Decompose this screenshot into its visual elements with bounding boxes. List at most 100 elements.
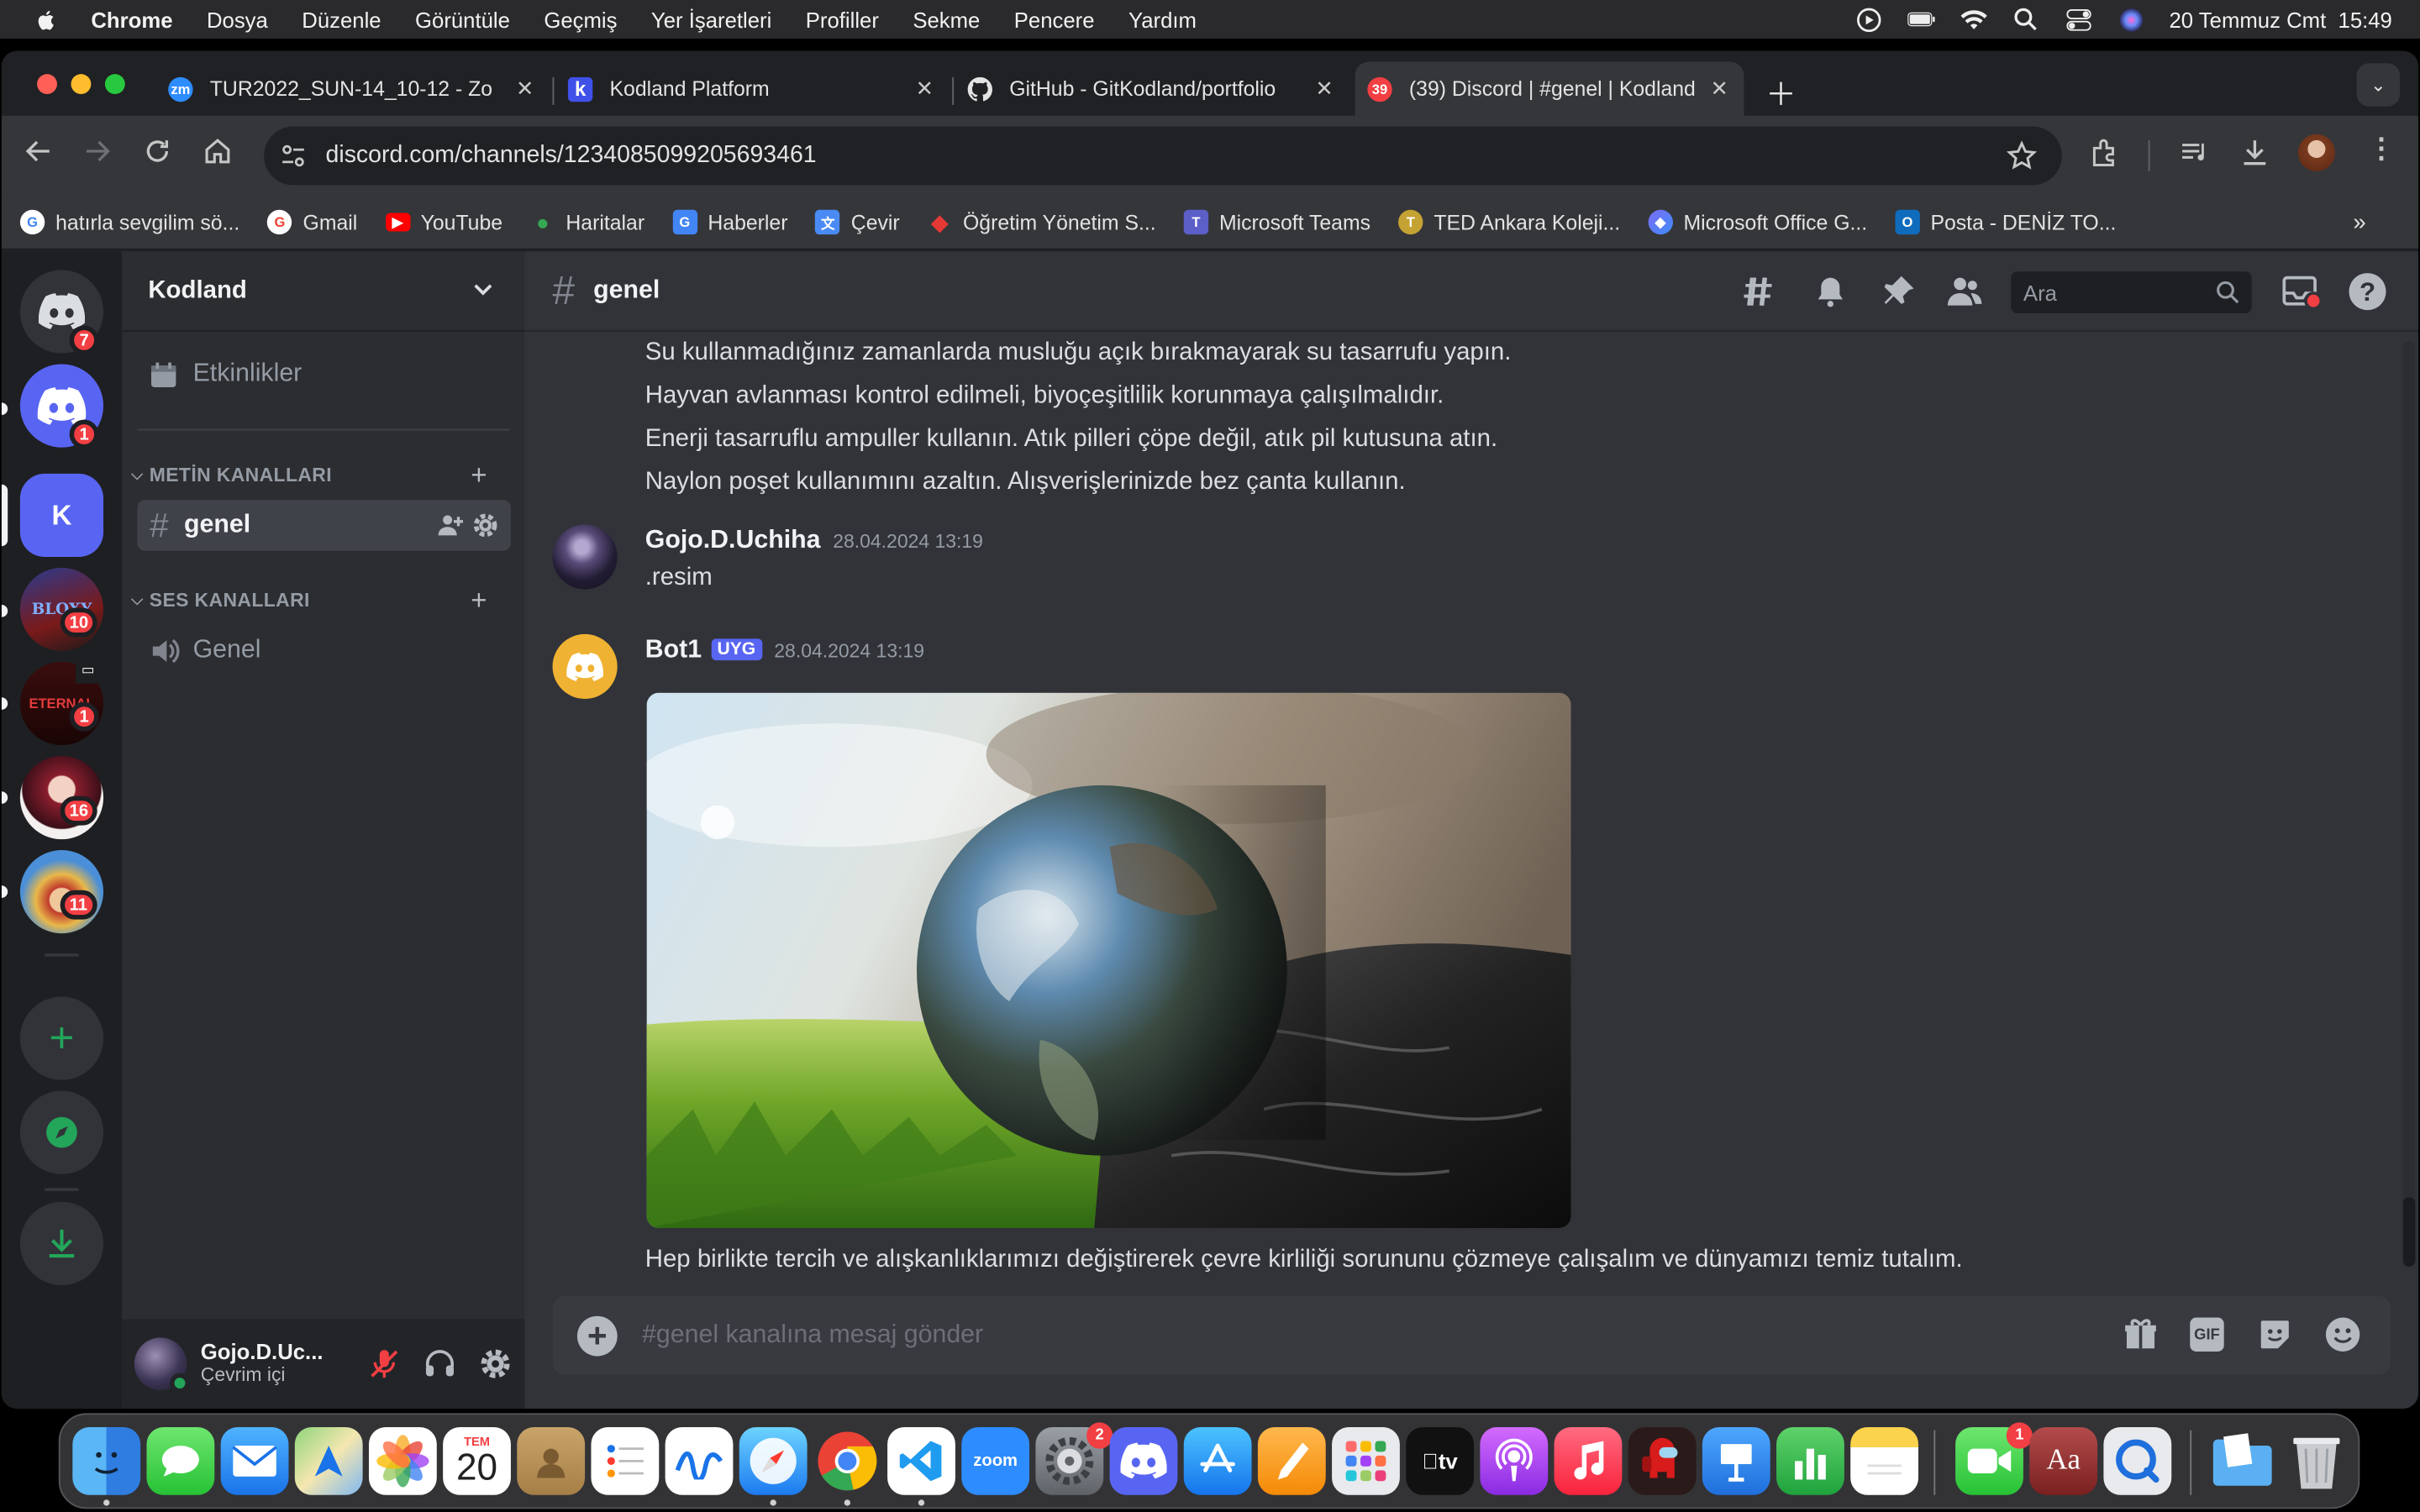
screen-recording-icon[interactable] [1854, 7, 1882, 32]
wifi-icon[interactable] [1960, 8, 1987, 30]
bookmark-item[interactable]: 文 Çevir [815, 209, 900, 235]
close-tab-icon[interactable]: ✕ [916, 76, 934, 102]
menu-dosya[interactable]: Dosya [207, 7, 268, 31]
dock-launchpad[interactable] [1332, 1426, 1400, 1495]
message-author[interactable]: Bot1 [645, 636, 702, 665]
menu-profiller[interactable]: Profiller [806, 7, 879, 31]
address-bar[interactable]: discord.com/channels/1234085099205693461 [264, 126, 2062, 186]
bookmark-item[interactable]: ◆ Öğretim Yönetim S... [928, 209, 1156, 234]
menu-gecmis[interactable]: Geçmiş [544, 7, 617, 31]
invite-icon[interactable] [437, 512, 464, 538]
server-pirate[interactable] [19, 850, 104, 934]
earth-pollution-image[interactable] [646, 692, 1571, 1229]
dock-photos[interactable] [368, 1426, 437, 1495]
home-button[interactable] [203, 137, 231, 172]
dock-contacts[interactable] [517, 1426, 586, 1495]
extensions-icon[interactable] [2090, 137, 2121, 176]
menu-pencere[interactable]: Pencere [1014, 7, 1095, 31]
inbox-icon[interactable] [2281, 273, 2322, 311]
gif-icon[interactable]: GIF [2190, 1317, 2224, 1352]
menu-yardim[interactable]: Yardım [1128, 7, 1197, 31]
dock-facetime[interactable]: 1 [1955, 1422, 2033, 1495]
message-author[interactable]: Gojo.D.Uchiha [645, 526, 821, 555]
chrome-menu-icon[interactable]: ⋮ [2367, 133, 2395, 165]
profile-avatar[interactable] [2297, 134, 2335, 171]
menu-duzenle[interactable]: Düzenle [302, 7, 381, 31]
server-bloxy[interactable]: BLOXY [19, 567, 104, 652]
dock-zoom[interactable]: zoom [961, 1426, 1030, 1495]
dock-safari[interactable] [739, 1426, 808, 1495]
media-control-icon[interactable] [2179, 137, 2210, 176]
composer-placeholder[interactable]: #genel kanalına mesaj gönder [642, 1320, 983, 1350]
headphones-icon[interactable] [423, 1347, 456, 1380]
message-composer[interactable]: + #genel kanalına mesaj gönder GIF [552, 1295, 2391, 1375]
close-window-button[interactable] [37, 74, 57, 95]
apple-icon[interactable] [34, 7, 58, 31]
server-header[interactable]: Kodland [122, 251, 525, 332]
dock-downloads-folder[interactable] [2208, 1427, 2276, 1495]
dock-freeform[interactable] [665, 1426, 734, 1495]
bookmark-item[interactable]: ◆ Microsoft Office G... [1648, 209, 1867, 235]
dock-music[interactable] [1554, 1426, 1623, 1495]
user-message-avatar[interactable] [552, 524, 618, 590]
user-names[interactable]: Gojo.D.Uc... Çevrim içi [201, 1340, 324, 1387]
scrollbar-thumb[interactable] [2402, 1197, 2416, 1267]
bookmark-item[interactable]: G Gmail [267, 209, 357, 235]
dock-dictionary[interactable]: Aa [2029, 1426, 2098, 1495]
create-channel-icon[interactable]: + [471, 459, 487, 491]
emoji-icon[interactable] [2324, 1316, 2361, 1353]
menu-clock[interactable]: 20 Temmuz Cmt 15:49 [2170, 7, 2392, 31]
threads-icon[interactable] [1743, 273, 1780, 310]
dock-messages[interactable] [146, 1426, 215, 1495]
tab-zoom[interactable]: zm TUR2022_SUN-14_10-12 - Zo ✕ [156, 61, 550, 115]
download-apps-button[interactable] [19, 1201, 104, 1285]
menu-yer-isaretleri[interactable]: Yer İşaretleri [651, 7, 771, 31]
text-channels-category[interactable]: ⌵ METİN KANALLARI + [131, 459, 517, 490]
dock-chrome[interactable] [813, 1427, 881, 1495]
dock-podcasts[interactable] [1480, 1426, 1549, 1495]
gear-icon[interactable] [472, 512, 498, 538]
voice-channels-category[interactable]: ⌵ SES KANALLARI + [131, 584, 517, 615]
dock-system-settings[interactable]: 2 [1035, 1422, 1113, 1495]
dock-maps[interactable] [294, 1426, 363, 1495]
server-anime[interactable] [19, 755, 104, 840]
pinned-messages-icon[interactable] [1880, 273, 1917, 310]
help-icon[interactable]: ? [2348, 271, 2388, 312]
bookmark-item[interactable]: T TED Ankara Koleji... [1398, 209, 1620, 235]
tab-discord[interactable]: 39 (39) Discord | #genel | Kodland ✕ [1355, 61, 1744, 116]
back-button[interactable] [24, 137, 52, 172]
message-scrollbar[interactable] [2402, 340, 2416, 1267]
bookmark-item[interactable]: ● Haritalar [530, 210, 644, 234]
attach-plus-icon[interactable]: + [576, 1315, 618, 1356]
url-text[interactable]: discord.com/channels/1234085099205693461 [326, 142, 817, 170]
dock-quicktime[interactable] [2103, 1426, 2172, 1495]
tab-kodland-platform[interactable]: k Kodland Platform ✕ [555, 61, 949, 115]
spotlight-search-icon[interactable] [2012, 8, 2039, 31]
more-bookmarks-icon[interactable]: » [2353, 209, 2365, 235]
bookmark-star-icon[interactable] [2006, 140, 2038, 171]
dock-numbers[interactable] [1776, 1426, 1844, 1495]
menu-sekme[interactable]: Sekme [913, 7, 980, 31]
channel-genel-voice[interactable]: Genel [137, 625, 510, 676]
add-server-button[interactable]: + [19, 996, 104, 1080]
dock-discord[interactable] [1109, 1426, 1178, 1495]
dock-calendar[interactable]: TEM 20 [443, 1426, 511, 1495]
server-kodland[interactable]: K [19, 473, 104, 558]
close-tab-icon[interactable]: ✕ [516, 76, 534, 102]
user-avatar[interactable] [134, 1337, 190, 1394]
channel-genel[interactable]: # genel [137, 500, 511, 551]
member-list-icon[interactable] [1944, 273, 1985, 310]
create-channel-icon[interactable]: + [471, 584, 487, 617]
tab-github[interactable]: GitHub - GitKodland/portfolio ✕ [955, 61, 1349, 115]
dock-vscode[interactable] [887, 1426, 955, 1495]
sticker-icon[interactable] [2256, 1316, 2293, 1353]
dock-pages[interactable] [1257, 1426, 1326, 1495]
dock-trash[interactable] [2282, 1427, 2350, 1495]
explore-servers-button[interactable] [19, 1090, 104, 1174]
bookmark-item[interactable]: T Microsoft Teams [1183, 209, 1370, 235]
dock-reminders[interactable] [591, 1426, 660, 1495]
events-button[interactable]: Etkinlikler [150, 360, 302, 389]
dock-finder[interactable] [72, 1426, 141, 1495]
dock-mail[interactable] [220, 1426, 289, 1495]
bookmark-item[interactable]: ▶ YouTube [385, 211, 502, 234]
